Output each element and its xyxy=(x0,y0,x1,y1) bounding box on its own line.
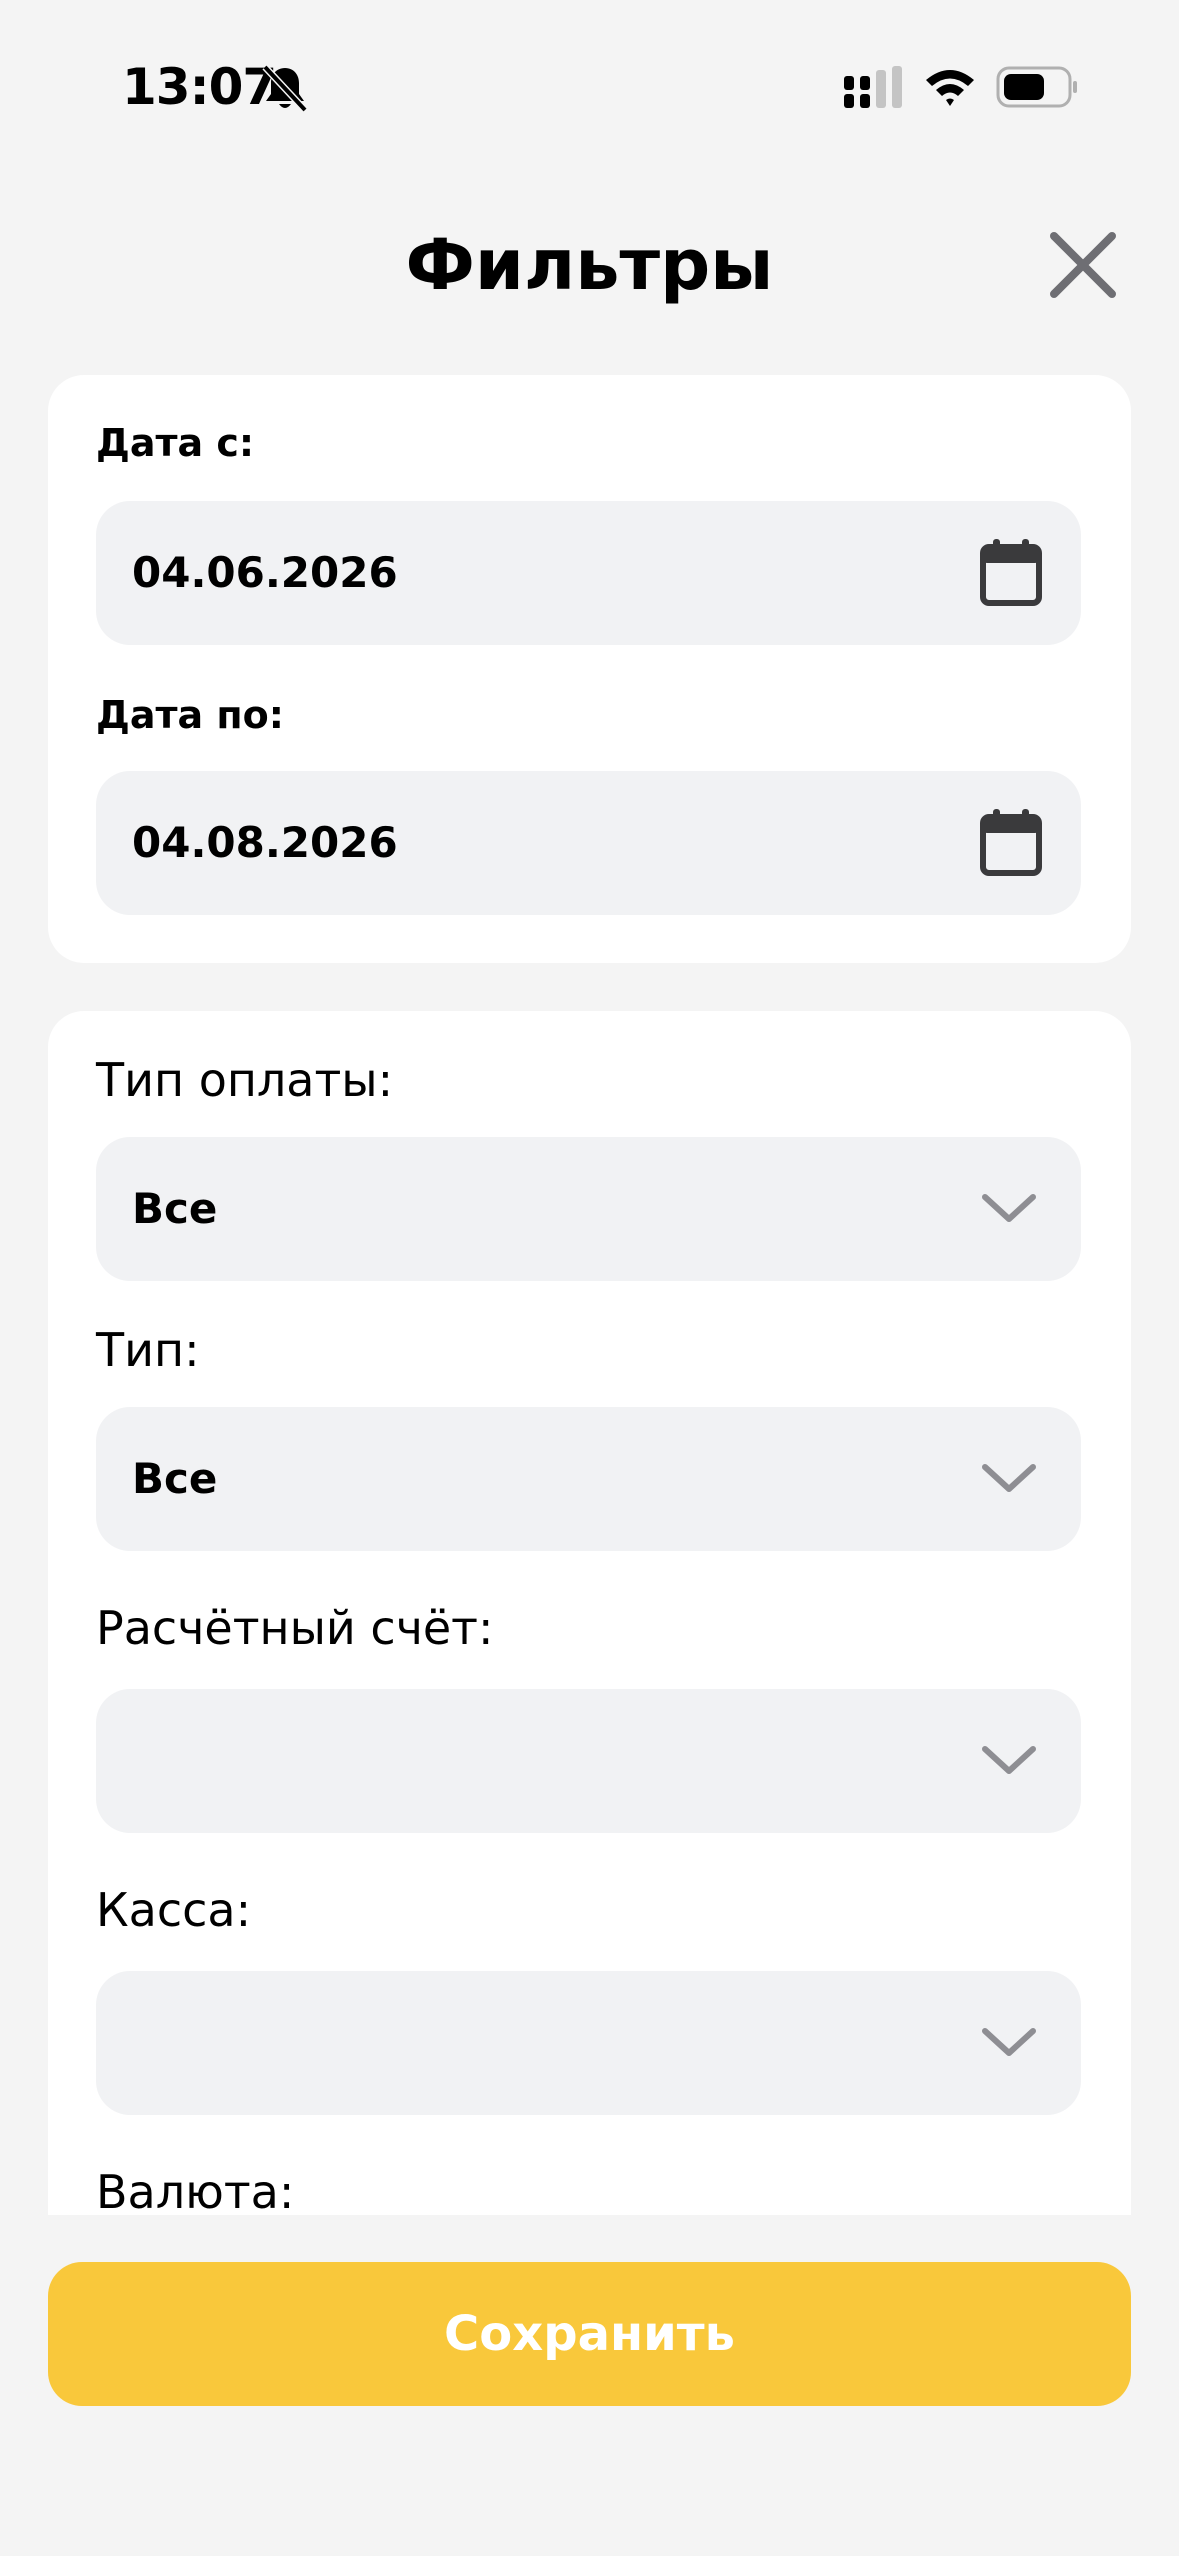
status-bar: 13:07 xyxy=(0,0,1179,150)
chevron-down-icon xyxy=(982,1746,1036,1774)
signal-icon xyxy=(844,66,902,108)
date-to-value: 04.08.2026 xyxy=(132,818,398,867)
chevron-down-icon xyxy=(982,1464,1036,1492)
currency-label: Валюта: xyxy=(96,2165,295,2215)
status-time: 13:07 xyxy=(122,58,277,116)
chevron-down-icon xyxy=(982,1194,1036,1222)
date-to-field[interactable]: 04.08.2026 xyxy=(96,771,1081,915)
filters-card: Тип оплаты: Все Тип: Все Расчётный счёт:… xyxy=(48,1011,1131,2215)
cashbox-select[interactable] xyxy=(96,1971,1081,2115)
save-button[interactable]: Сохранить xyxy=(48,2262,1131,2406)
type-value: Все xyxy=(132,1454,218,1503)
calendar-icon[interactable] xyxy=(979,539,1043,607)
date-from-label: Дата с: xyxy=(96,421,255,465)
wifi-icon xyxy=(926,70,974,106)
battery-icon xyxy=(996,66,1077,108)
payment-type-select[interactable]: Все xyxy=(96,1137,1081,1281)
date-from-field[interactable]: 04.06.2026 xyxy=(96,501,1081,645)
close-icon[interactable] xyxy=(1040,222,1126,308)
page-title: Фильтры xyxy=(405,224,774,306)
date-from-value: 04.06.2026 xyxy=(132,548,398,597)
date-range-card: Дата с: 04.06.2026 Дата по: 04.08.2026 xyxy=(48,375,1131,963)
type-select[interactable]: Все xyxy=(96,1407,1081,1551)
calendar-icon[interactable] xyxy=(979,809,1043,877)
payment-type-value: Все xyxy=(132,1184,218,1233)
account-label: Расчётный счёт: xyxy=(96,1601,494,1655)
chevron-down-icon xyxy=(982,2028,1036,2056)
bell-slash-icon xyxy=(262,64,308,113)
type-label: Тип: xyxy=(96,1323,200,1377)
account-select[interactable] xyxy=(96,1689,1081,1833)
payment-type-label: Тип оплаты: xyxy=(96,1053,394,1107)
cashbox-label: Касса: xyxy=(96,1883,252,1937)
date-to-label: Дата по: xyxy=(96,693,284,737)
